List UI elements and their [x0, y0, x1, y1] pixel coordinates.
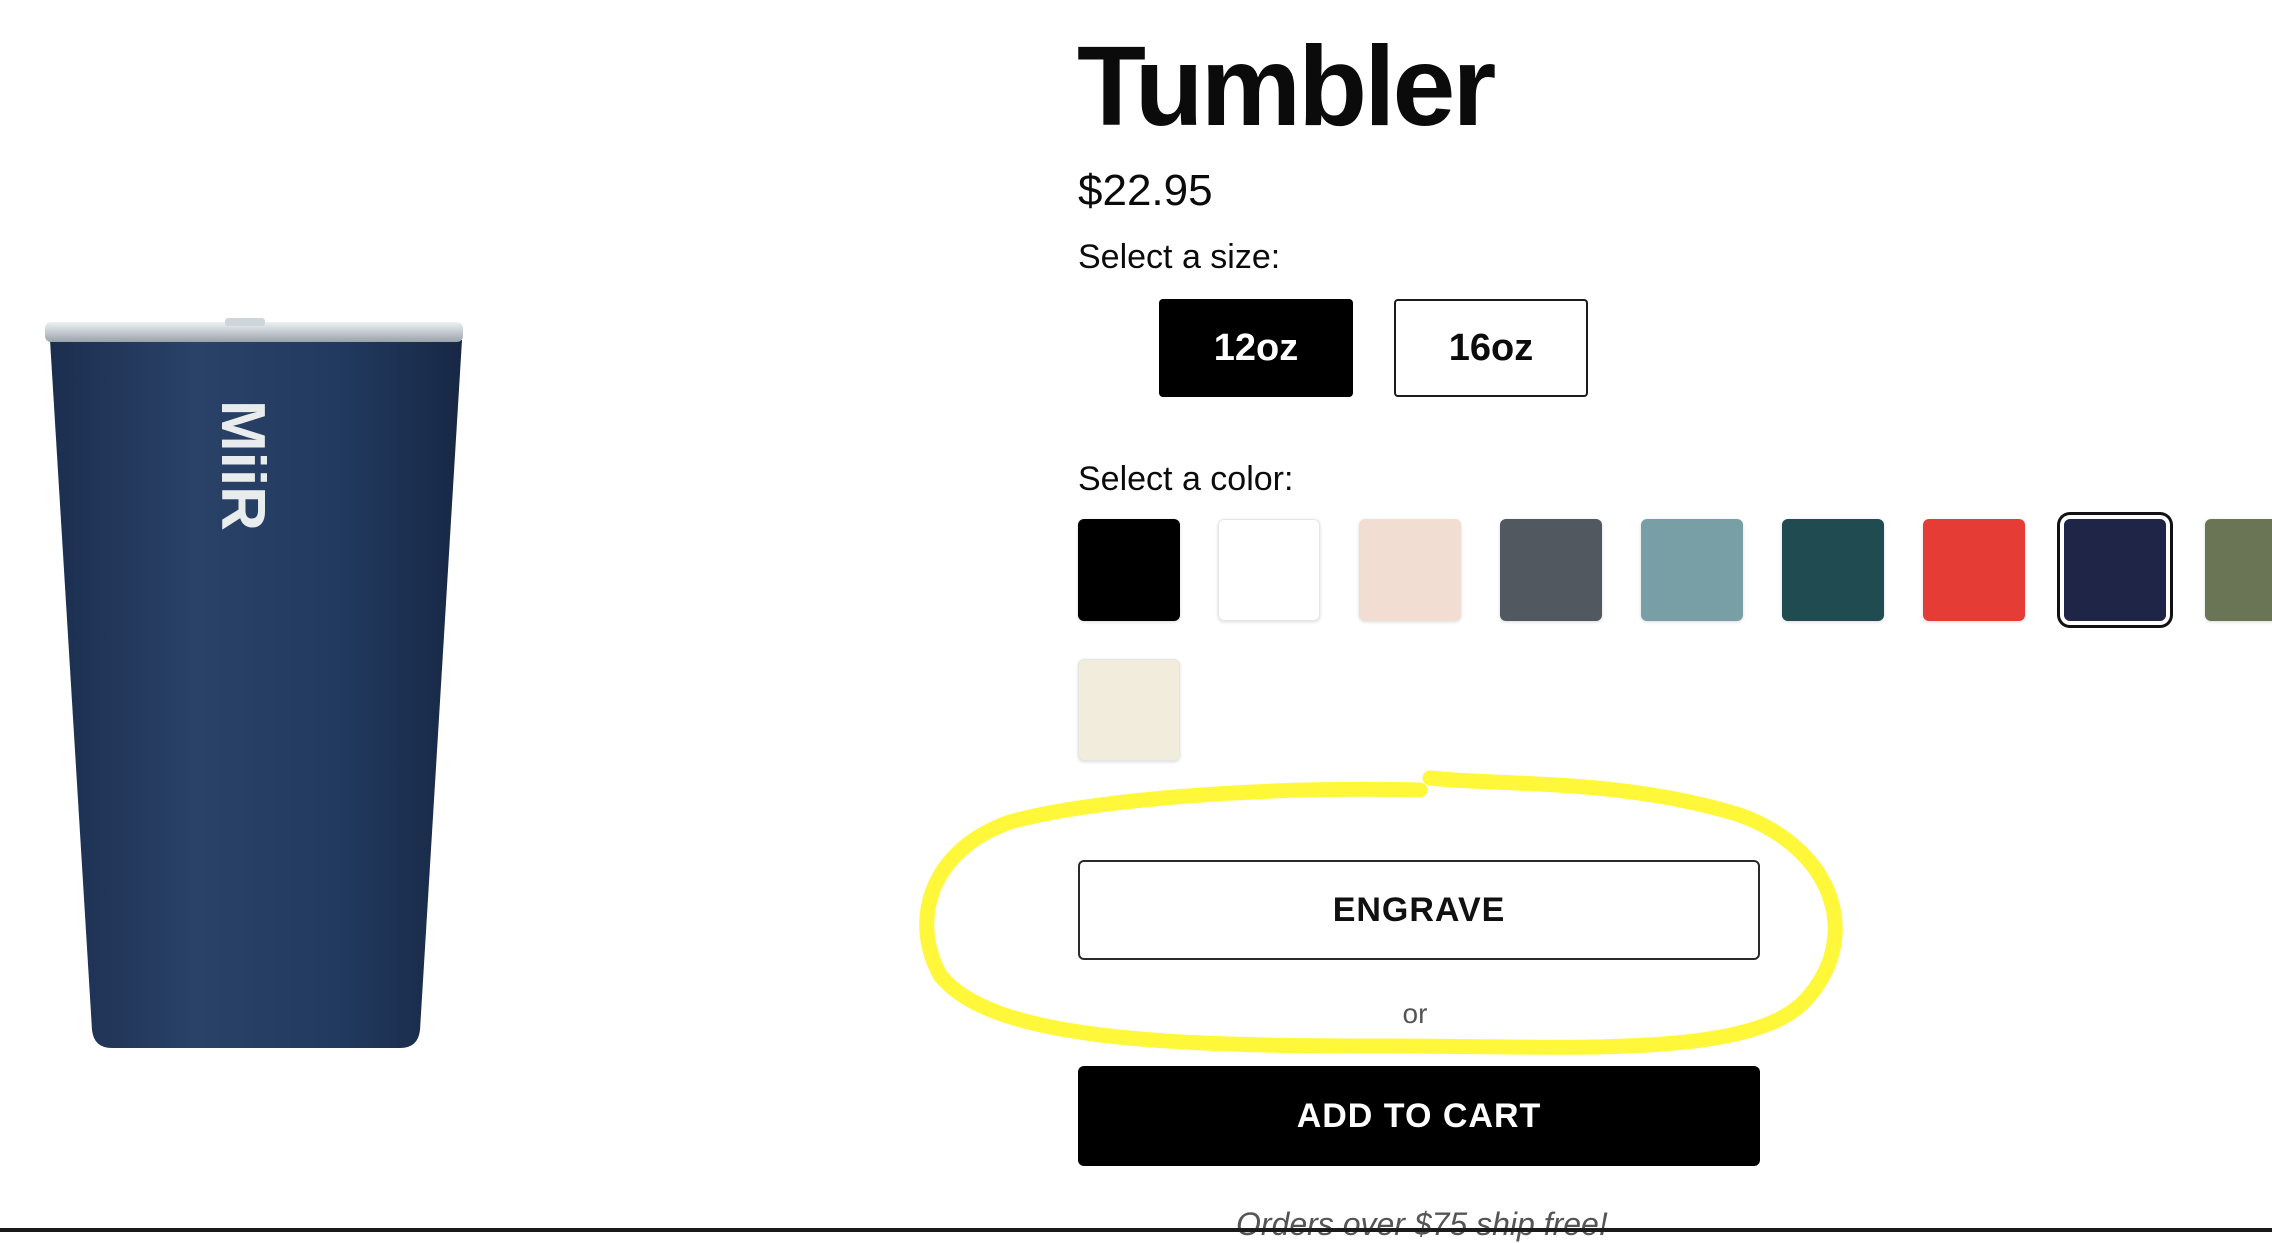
color-swatch-light-blue[interactable] [1641, 519, 1743, 621]
color-swatch-red[interactable] [1923, 519, 2025, 621]
color-swatch-navy[interactable] [2064, 519, 2166, 621]
size-option-12oz[interactable]: 12oz [1159, 299, 1353, 397]
size-label: Select a size: [1078, 238, 1281, 276]
add-to-cart-button[interactable]: ADD TO CART [1078, 1066, 1760, 1166]
or-divider-text: or [1402, 998, 1428, 1029]
color-swatch-blush[interactable] [1359, 519, 1461, 621]
engrave-button[interactable]: ENGRAVE [1078, 860, 1760, 960]
color-label: Select a color: [1078, 460, 1294, 498]
product-title: Tumbler [1077, 23, 1496, 149]
color-swatch-cream[interactable] [1078, 659, 1180, 761]
brand-logo: MiiR [208, 400, 277, 531]
shipping-note: Orders over $75 ship free! [1236, 1206, 1608, 1242]
product-price: $22.95 [1078, 166, 1213, 215]
color-swatch-white[interactable] [1218, 519, 1320, 621]
color-swatch-olive[interactable] [2205, 519, 2272, 621]
size-option-16oz[interactable]: 16oz [1394, 299, 1588, 397]
color-swatch-slate[interactable] [1500, 519, 1602, 621]
product-image: MiiR [0, 0, 1020, 1232]
bottom-divider [0, 1228, 2272, 1232]
color-swatch-evergreen[interactable] [1782, 519, 1884, 621]
color-swatch-black[interactable] [1078, 519, 1180, 621]
